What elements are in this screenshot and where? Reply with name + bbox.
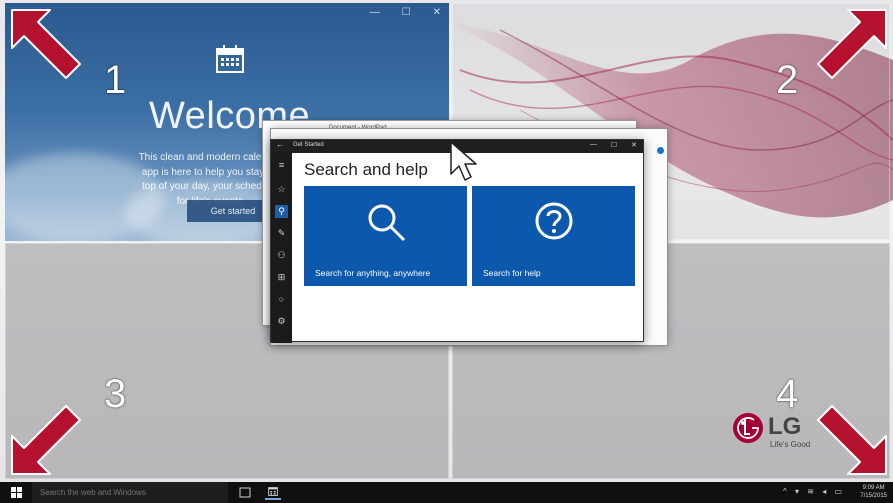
taskbar-clock[interactable]: 9:09 AM 7/15/2015 xyxy=(860,484,887,500)
callout-number-1: 1 xyxy=(104,58,127,102)
help-icon xyxy=(535,202,572,240)
network-icon[interactable]: ▾ xyxy=(795,487,802,496)
windows-icon[interactable]: ⊞ xyxy=(275,271,288,284)
minimize-icon[interactable]: — xyxy=(370,7,380,18)
callout-arrow-3 xyxy=(11,405,81,475)
search-and-help-heading: Search and help xyxy=(304,160,428,179)
system-tray: ^ ▾ ≋ ◂ ▭ xyxy=(783,487,845,496)
maximize-icon[interactable]: ☐ xyxy=(402,7,411,18)
lg-face-logo-icon xyxy=(733,413,763,443)
close-icon[interactable]: ✕ xyxy=(433,7,441,18)
callout-arrow-4 xyxy=(817,405,887,475)
get-started-nav-rail: ≡ ☆ ⚲ ✎ ⚇ ⊞ ○ ⚙ xyxy=(271,153,292,343)
search-anything-tile[interactable]: Search for anything, anywhere xyxy=(304,186,467,286)
search-help-tile[interactable]: Search for help xyxy=(472,186,635,286)
minimize-icon[interactable]: — xyxy=(590,141,597,149)
search-help-label: Search for help xyxy=(483,268,541,278)
task-view-icon[interactable] xyxy=(238,486,252,499)
desktop: — ☐ ✕ Welcome This clean and modern cale… xyxy=(0,0,893,482)
start-button[interactable] xyxy=(0,482,32,503)
taskbar-search-input[interactable] xyxy=(32,482,228,503)
lg-tagline: Life's Good xyxy=(770,440,811,449)
search-people-icon[interactable]: ⚲ xyxy=(275,205,288,218)
clock-time: 9:09 AM xyxy=(862,485,885,491)
close-icon[interactable]: ✕ xyxy=(631,141,637,149)
calendar-icon xyxy=(216,45,244,73)
people-icon[interactable]: ⚇ xyxy=(275,249,288,262)
cortana-icon[interactable]: ○ xyxy=(275,293,288,306)
lg-logo: LG Life's Good xyxy=(732,410,822,458)
calendar-taskbar-icon[interactable] xyxy=(265,485,281,500)
info-icon xyxy=(657,147,664,154)
wifi-icon[interactable]: ≋ xyxy=(807,487,817,496)
get-started-window-title: Get Started xyxy=(293,142,324,148)
menu-icon[interactable]: ≡ xyxy=(275,159,288,172)
back-arrow-icon[interactable]: ← xyxy=(276,140,284,149)
callout-number-2: 2 xyxy=(776,58,799,102)
callout-arrow-2 xyxy=(817,9,887,79)
search-anything-label: Search for anything, anywhere xyxy=(315,268,431,278)
gear-icon[interactable]: ⚙ xyxy=(275,315,288,328)
taskbar: ^ ▾ ≋ ◂ ▭ 9:09 AM 7/15/2015 xyxy=(0,482,893,503)
settings-tools-icon[interactable]: ✎ xyxy=(275,227,288,240)
get-started-window-controls: — ☐ ✕ xyxy=(590,141,637,149)
search-icon xyxy=(368,204,405,242)
mouse-pointer-icon xyxy=(450,141,477,181)
maximize-icon[interactable]: ☐ xyxy=(611,141,617,149)
windows-logo-icon xyxy=(11,487,22,498)
chevron-up-icon[interactable]: ^ xyxy=(783,487,790,496)
lg-brand-text: LG xyxy=(768,413,802,440)
clock-date: 7/15/2015 xyxy=(860,493,887,499)
callout-number-3: 3 xyxy=(104,372,127,416)
volume-icon[interactable]: ◂ xyxy=(822,487,829,496)
notification-icon[interactable]: ▭ xyxy=(834,487,845,496)
calendar-window-controls: — ☐ ✕ xyxy=(370,7,441,18)
callout-arrow-1 xyxy=(11,9,81,79)
star-icon[interactable]: ☆ xyxy=(275,183,288,196)
